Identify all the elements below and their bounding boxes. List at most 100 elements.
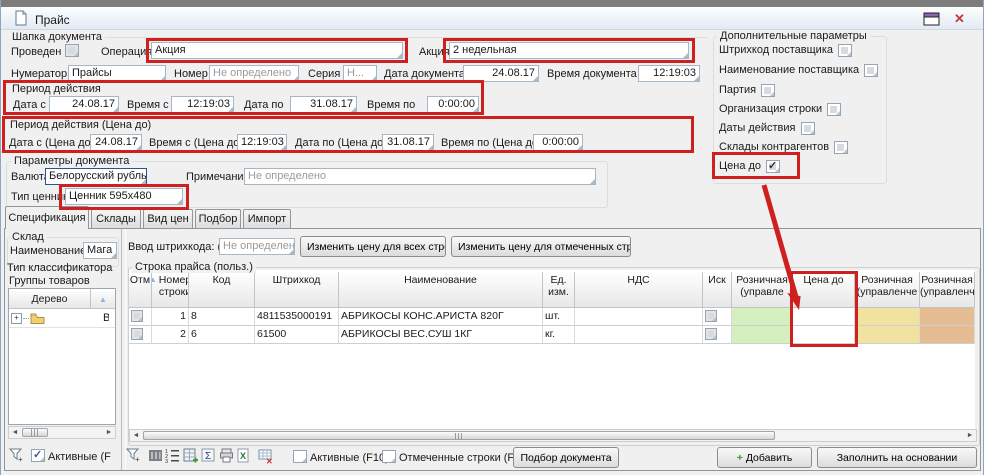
left-active-checkbox[interactable]: ✓	[31, 449, 45, 462]
cell-num[interactable]: 1	[152, 308, 189, 326]
cell-code[interactable]: 6	[189, 326, 255, 344]
add-button[interactable]: + Добавить	[717, 447, 812, 468]
cell-num[interactable]: 2	[152, 326, 189, 344]
cell-retail2[interactable]	[855, 326, 920, 344]
column-header-retail1[interactable]: Розничная (управле	[732, 272, 793, 308]
cell-unit[interactable]: кг.	[543, 326, 575, 344]
table-hscrollbar[interactable]: ◄ ►	[129, 429, 977, 442]
cell-retail1[interactable]	[732, 326, 793, 344]
table-delete-icon[interactable]: ✕	[258, 448, 274, 464]
period-cena-date-from-field[interactable]: 24.08.17	[90, 134, 142, 151]
column-header-retail2[interactable]: Розничная (управленче	[855, 272, 920, 308]
proveden-checkbox[interactable]	[65, 44, 79, 57]
excel-icon[interactable]: X	[236, 448, 252, 464]
period-cena-time-to-field[interactable]: 0:00:00	[533, 134, 583, 151]
sum-sigma-icon[interactable]: Σ	[201, 448, 217, 464]
series-field[interactable]: Н...	[343, 65, 377, 82]
cell-nds[interactable]	[575, 308, 703, 326]
column-header-code[interactable]: Код	[189, 272, 255, 308]
close-icon[interactable]: ✕	[954, 11, 965, 27]
operation-field[interactable]: Акция	[151, 42, 403, 59]
barcode-entry-field[interactable]: Не определено	[219, 238, 295, 255]
column-header-retail3[interactable]: Розничная (управленче	[920, 272, 975, 308]
column-header-nds[interactable]: НДС	[575, 272, 703, 308]
change-price-all-button[interactable]: Изменить цену для всех строк	[300, 236, 446, 257]
tree-row[interactable]: + В	[9, 309, 115, 328]
cell-barcode[interactable]: 61500	[255, 326, 339, 344]
column-header-name[interactable]: Наименование	[339, 272, 543, 308]
row-mark-checkbox-cell[interactable]	[129, 308, 152, 326]
podbor-document-button[interactable]: Подбор документа	[513, 447, 619, 468]
column-header-num[interactable]: ▲Номер строки	[152, 272, 189, 308]
batch-checkbox[interactable]	[761, 84, 775, 97]
filter-funnel-icon[interactable]: +	[8, 447, 24, 463]
cell-nds[interactable]	[575, 326, 703, 344]
scroll-left-icon[interactable]: ◄	[130, 430, 142, 441]
period-time-from-field[interactable]: 12:19:03	[171, 96, 234, 113]
tab-podbor[interactable]: Подбор	[195, 209, 241, 229]
cell-isk-checkbox[interactable]	[703, 308, 732, 326]
cell-barcode[interactable]: 4811535000191	[255, 308, 339, 326]
scroll-right-icon[interactable]: ►	[964, 430, 976, 441]
supplier-name-checkbox[interactable]	[864, 64, 878, 77]
numbered-list-icon[interactable]: 123	[165, 448, 181, 464]
cell-retail3[interactable]	[920, 326, 975, 344]
pane-splitter[interactable]	[121, 229, 126, 470]
tab-sklady[interactable]: Склады	[91, 209, 141, 229]
note-field[interactable]: Не определено	[244, 168, 596, 185]
row-mark-checkbox-cell[interactable]	[129, 326, 152, 344]
supplier-barcode-checkbox[interactable]	[838, 44, 852, 57]
restore-icon[interactable]	[923, 12, 941, 26]
doc-time-field[interactable]: 12:19:03	[638, 65, 700, 82]
cell-name[interactable]: АБРИКОСЫ КОНС.АРИСТА 820Г	[339, 308, 543, 326]
tree-column-header[interactable]: Дерево	[9, 289, 91, 309]
active-f10-checkbox[interactable]	[293, 450, 307, 463]
period-time-to-field[interactable]: 0:00:00	[427, 96, 479, 113]
change-price-marked-button[interactable]: Изменить цену для отмеченных строк	[451, 236, 631, 257]
period-date-from-field[interactable]: 24.08.17	[49, 96, 119, 113]
cell-code[interactable]: 8	[189, 308, 255, 326]
sort-asc-icon[interactable]: ▲	[91, 289, 115, 309]
cell-isk-checkbox[interactable]	[703, 326, 732, 344]
doc-date-field[interactable]: 24.08.17	[463, 65, 539, 82]
price-until-checkbox[interactable]: ✓	[766, 160, 780, 173]
columns-icon[interactable]	[148, 448, 164, 464]
warehouse-name-field[interactable]: Мага	[83, 242, 117, 259]
row-organization-checkbox[interactable]	[827, 103, 841, 116]
cell-retail3[interactable]	[920, 308, 975, 326]
period-cena-time-from-field[interactable]: 12:19:03	[237, 134, 287, 151]
period-cena-date-to-field[interactable]: 31.08.17	[382, 134, 434, 151]
fill-based-on-button[interactable]: Заполнить на основании	[817, 447, 977, 468]
counterparty-warehouses-checkbox[interactable]	[834, 141, 848, 154]
column-header-otm[interactable]: Отм	[129, 272, 152, 308]
cell-unit[interactable]: шт.	[543, 308, 575, 326]
column-header-unit[interactable]: Ед. изм.	[543, 272, 575, 308]
column-header-price-until[interactable]: Цена до	[793, 272, 855, 308]
tab-vid-cen[interactable]: Вид цен	[143, 209, 193, 229]
tab-specifikaciya[interactable]: Спецификация	[5, 206, 89, 229]
number-field[interactable]: Не определено	[209, 65, 299, 82]
currency-field[interactable]: Белорусский рубль	[45, 168, 147, 185]
cell-name[interactable]: АБРИКОСЫ ВЕС.СУШ 1КГ	[339, 326, 543, 344]
left-tree-hscrollbar[interactable]: ◄ ►	[8, 426, 116, 439]
action-field[interactable]: 2 недельная	[449, 42, 689, 59]
recalc-plus-icon[interactable]	[183, 448, 199, 464]
print-icon[interactable]	[219, 448, 235, 464]
tab-import[interactable]: Импорт	[243, 209, 291, 229]
title-bar[interactable]: Прайс ✕	[1, 8, 983, 30]
cell-retail1[interactable]	[732, 308, 793, 326]
cell-price-until[interactable]	[793, 326, 855, 344]
scroll-right-icon[interactable]: ►	[103, 427, 115, 438]
action-dates-checkbox[interactable]	[801, 122, 815, 135]
scroll-left-icon[interactable]: ◄	[9, 427, 21, 438]
filter-funnel-icon[interactable]: +	[125, 447, 141, 463]
column-header-isk[interactable]: Иск	[703, 272, 732, 308]
expand-node-icon[interactable]: +	[11, 313, 22, 324]
scrollbar-thumb[interactable]	[143, 431, 775, 440]
pricetag-field[interactable]: Ценник 595x480	[65, 188, 183, 205]
column-header-barcode[interactable]: Штрихкод	[255, 272, 339, 308]
marked-f11-checkbox[interactable]	[382, 450, 396, 463]
scrollbar-thumb[interactable]	[22, 428, 48, 437]
cell-price-until[interactable]	[793, 308, 855, 326]
numerator-field[interactable]: Прайсы	[68, 65, 166, 82]
